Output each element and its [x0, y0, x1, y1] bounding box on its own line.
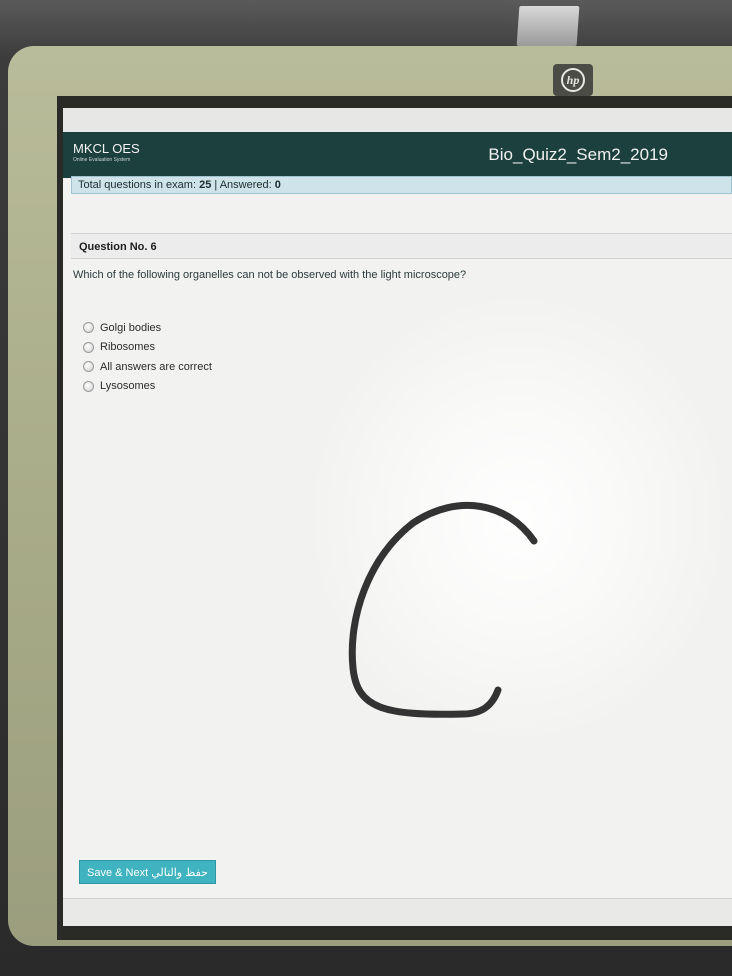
monitor-stand: [516, 6, 580, 46]
save-next-button[interactable]: Save & Next حفظ والتالي: [79, 860, 216, 884]
exam-screen: MKCL OES Online Evaluation System Bio_Qu…: [63, 108, 732, 926]
handwritten-letter-c: [348, 501, 538, 718]
hp-logo-icon: hp: [553, 64, 593, 96]
bottom-bar: [63, 898, 732, 926]
hp-logo-text: hp: [561, 68, 585, 92]
